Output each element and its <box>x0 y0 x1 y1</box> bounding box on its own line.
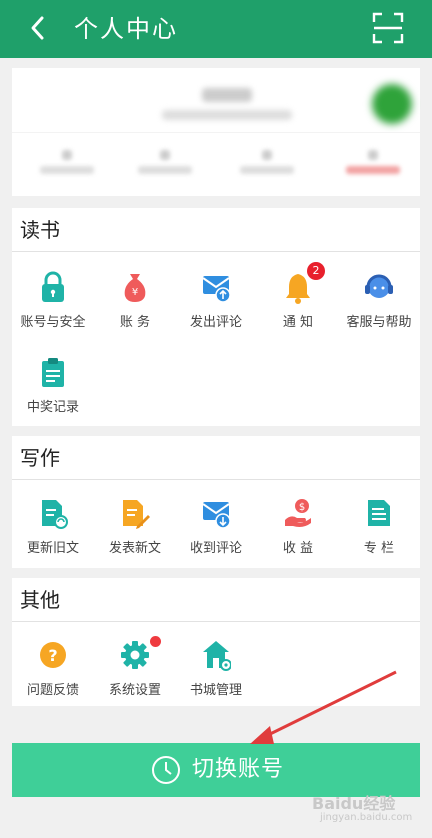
top-bar: 个人中心 <box>0 0 432 58</box>
column-doc-icon <box>368 500 390 526</box>
notification-badge: 2 <box>307 262 325 280</box>
house-gear-icon <box>203 641 231 671</box>
section-writing: 写作 更新旧文 发表新文 收到评论 $ 收 益 专 栏 <box>12 436 420 568</box>
menu-item-bookstore-management[interactable]: 书城管理 <box>175 634 257 706</box>
menu-item-publish-new[interactable]: 发表新文 <box>94 492 176 564</box>
user-info-blurred <box>162 110 292 120</box>
profile-stat[interactable] <box>120 150 210 180</box>
menu-item-column[interactable]: 专 栏 <box>338 492 420 564</box>
section-title: 其他 <box>12 578 420 622</box>
page-title: 个人中心 <box>74 15 178 43</box>
menu-item-label: 账号与安全 <box>20 315 86 330</box>
profile-stat[interactable] <box>222 150 312 180</box>
menu-item-label: 通 知 <box>282 315 314 330</box>
clipboard-icon <box>42 358 64 387</box>
menu-item-label: 专 栏 <box>363 541 395 556</box>
menu-item-received-comments[interactable]: 收到评论 <box>175 492 257 564</box>
menu-item-notifications[interactable]: 2 通 知 <box>257 262 339 338</box>
menu-item-label: 客服与帮助 <box>346 315 412 330</box>
menu-item-sent-comments[interactable]: 发出评论 <box>175 266 257 338</box>
svg-text:?: ? <box>48 646 57 665</box>
question-icon: ? <box>40 642 66 668</box>
menu-item-label: 更新旧文 <box>26 541 79 556</box>
menu-item-label: 问题反馈 <box>26 683 79 698</box>
menu-item-label: 账 务 <box>119 315 151 330</box>
menu-item-feedback[interactable]: ? 问题反馈 <box>12 634 94 706</box>
hand-money-icon: $ <box>285 499 311 527</box>
doc-edit-icon <box>123 500 150 529</box>
menu-item-billing[interactable]: ¥ 账 务 <box>94 266 176 338</box>
menu-item-earnings[interactable]: $ 收 益 <box>257 492 339 564</box>
profile-stat[interactable] <box>22 150 112 180</box>
scan-icon[interactable] <box>372 12 404 44</box>
switch-account-label: 切换账号 <box>192 757 285 782</box>
user-name-blurred <box>202 88 252 102</box>
section-other: 其他 ? 问题反馈 系统设置 书城管理 <box>12 578 420 706</box>
clock-icon <box>152 756 180 784</box>
headset-icon <box>365 274 393 298</box>
switch-account-button[interactable]: 切换账号 <box>12 743 420 797</box>
menu-item-label: 系统设置 <box>108 683 161 698</box>
menu-item-label: 收到评论 <box>189 541 242 556</box>
profile-card[interactable] <box>12 68 420 196</box>
divider <box>12 132 420 133</box>
menu-item-label: 发表新文 <box>108 541 161 556</box>
avatar[interactable] <box>372 84 412 124</box>
money-bag-icon: ¥ <box>124 274 146 302</box>
menu-item-account-security[interactable]: 账号与安全 <box>12 266 94 338</box>
menu-item-prize-records[interactable]: 中奖记录 <box>12 351 94 423</box>
menu-item-label: 书城管理 <box>189 683 242 698</box>
watermark-url: jingyan.baidu.com <box>320 812 413 823</box>
doc-refresh-icon <box>42 500 68 529</box>
menu-item-label: 发出评论 <box>189 315 242 330</box>
svg-text:$: $ <box>299 502 305 513</box>
menu-item-customer-service[interactable]: 客服与帮助 <box>338 266 420 338</box>
mail-send-icon <box>202 276 231 303</box>
menu-item-update-old[interactable]: 更新旧文 <box>12 492 94 564</box>
menu-item-system-settings[interactable]: 系统设置 <box>94 634 176 706</box>
menu-item-label: 收 益 <box>282 541 314 556</box>
mail-receive-icon <box>202 502 231 529</box>
section-title: 写作 <box>12 436 420 480</box>
svg-text:¥: ¥ <box>132 287 138 298</box>
chevron-left-icon[interactable] <box>22 10 56 46</box>
unread-dot <box>150 636 161 647</box>
section-reading: 读书 账号与安全 ¥ 账 务 发出评论 2 通 知 客服与帮助 中奖记录 <box>12 208 420 426</box>
gear-icon <box>121 641 149 669</box>
menu-item-label: 中奖记录 <box>26 400 79 415</box>
section-title: 读书 <box>12 208 420 252</box>
profile-stat[interactable] <box>328 150 418 180</box>
lock-icon <box>42 271 64 302</box>
watermark-brand: Baidu经验 <box>312 794 396 813</box>
